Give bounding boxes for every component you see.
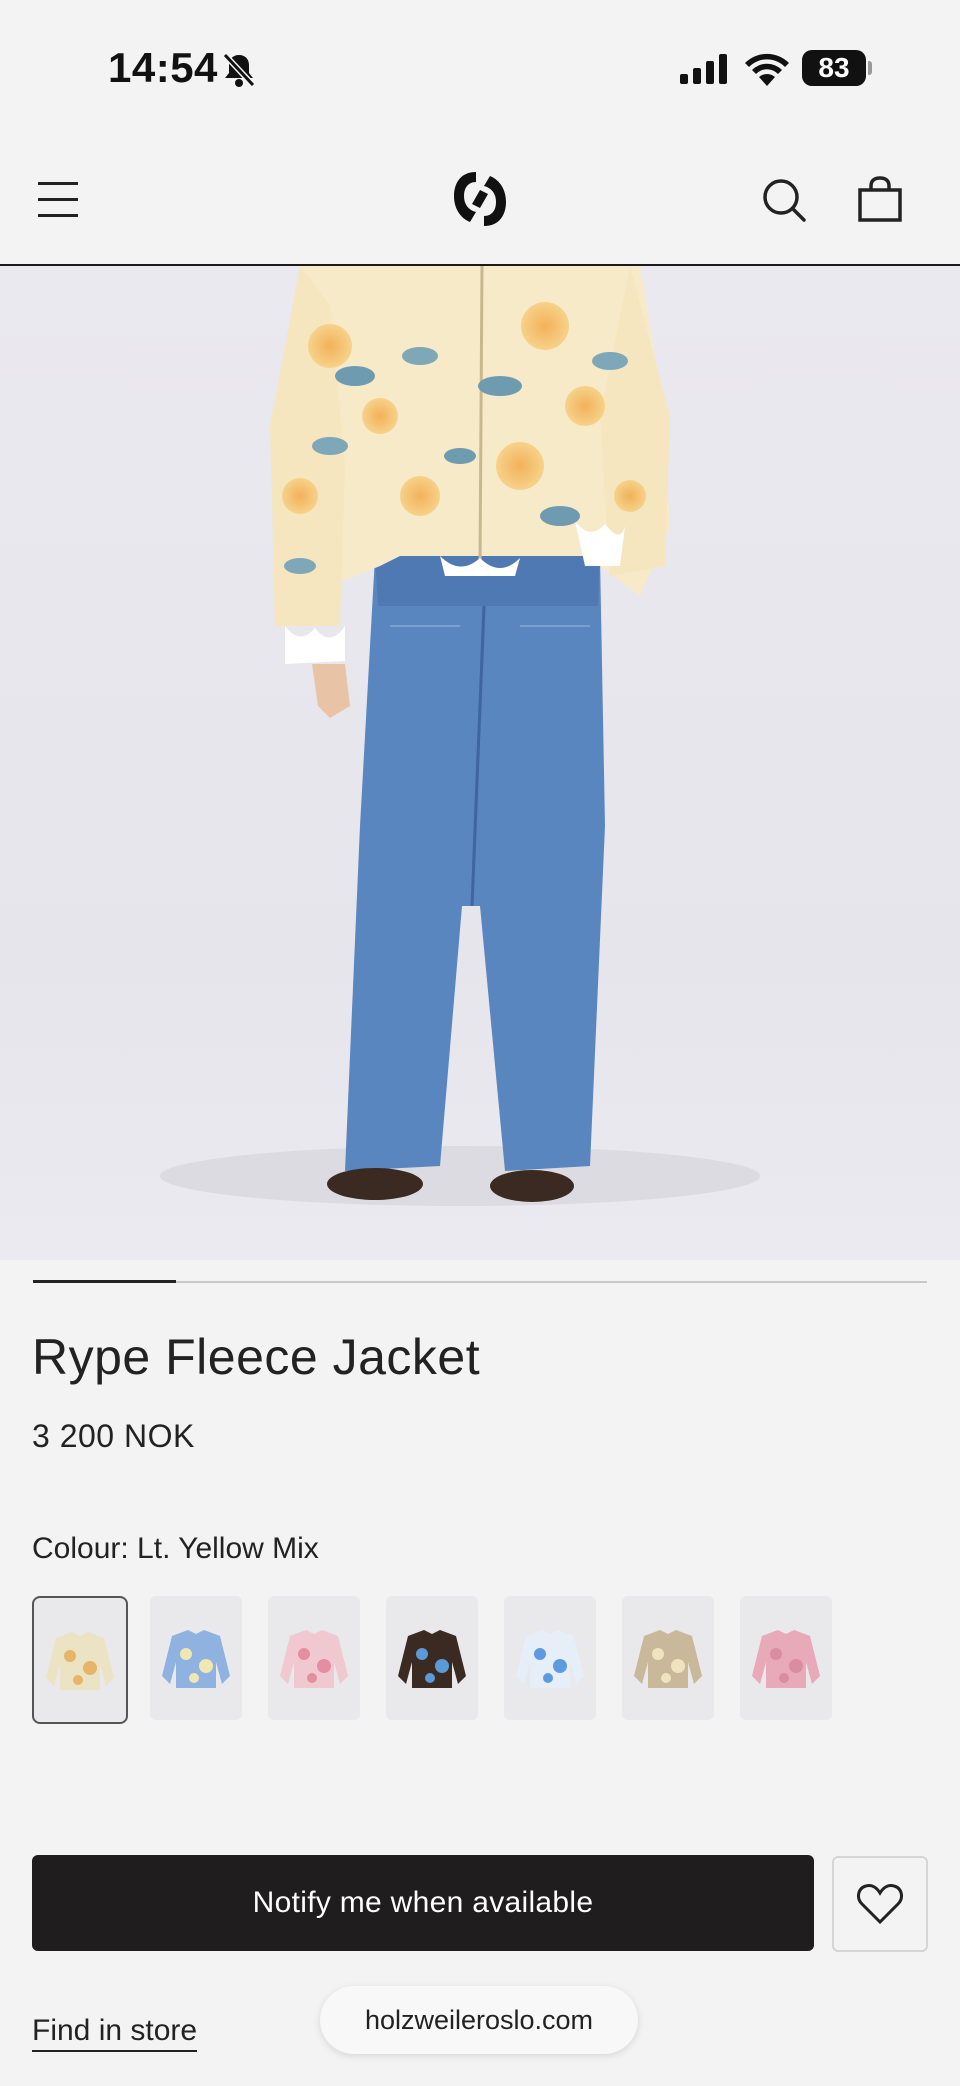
battery-icon: 83 [802,50,872,86]
colour-swatch[interactable] [32,1596,128,1724]
colour-swatch[interactable] [268,1596,360,1720]
colour-swatch[interactable] [504,1596,596,1720]
colour-swatch[interactable] [740,1596,832,1720]
search-icon[interactable] [760,176,808,224]
heart-icon [857,1884,903,1925]
product-price: 3 200 NOK [32,1418,195,1454]
wishlist-button[interactable] [832,1856,928,1952]
gallery-progress [33,1280,927,1283]
cellular-signal-icon [680,54,727,84]
hamburger-menu-icon[interactable] [34,180,82,220]
swatch-jacket-thumbnail [280,1630,348,1688]
colour-swatch[interactable] [386,1596,478,1720]
swatch-jacket-thumbnail [398,1630,466,1688]
status-bar: 14:54 83 [0,0,960,130]
product-title: Rype Fleece Jacket [32,1329,481,1385]
find-in-store-link[interactable]: Find in store [32,2014,198,2052]
swatch-jacket-thumbnail [516,1630,584,1688]
browser-url-bar[interactable]: holzweileroslo.com [320,1986,638,2054]
colour-swatch[interactable] [150,1596,242,1720]
swatch-jacket-thumbnail [46,1632,114,1690]
shopping-bag-icon[interactable] [854,174,906,226]
colour-swatch[interactable] [622,1596,714,1720]
notify-me-button[interactable]: Notify me when available [32,1855,814,1951]
product-photo [160,266,760,1206]
battery-level: 83 [818,52,850,83]
swatch-jacket-thumbnail [752,1630,820,1688]
brand-logo[interactable] [450,166,510,232]
bell-slash-icon [222,52,256,88]
wifi-icon [745,53,789,86]
gallery-progress-fill [33,1280,177,1283]
swatch-jacket-thumbnail [162,1630,230,1688]
product-image[interactable] [0,266,960,1260]
swatch-jacket-thumbnail [634,1630,702,1688]
site-header [0,130,960,266]
status-time: 14:54 [108,44,218,91]
colour-label: Colour: Lt. Yellow Mix [32,1532,319,1565]
